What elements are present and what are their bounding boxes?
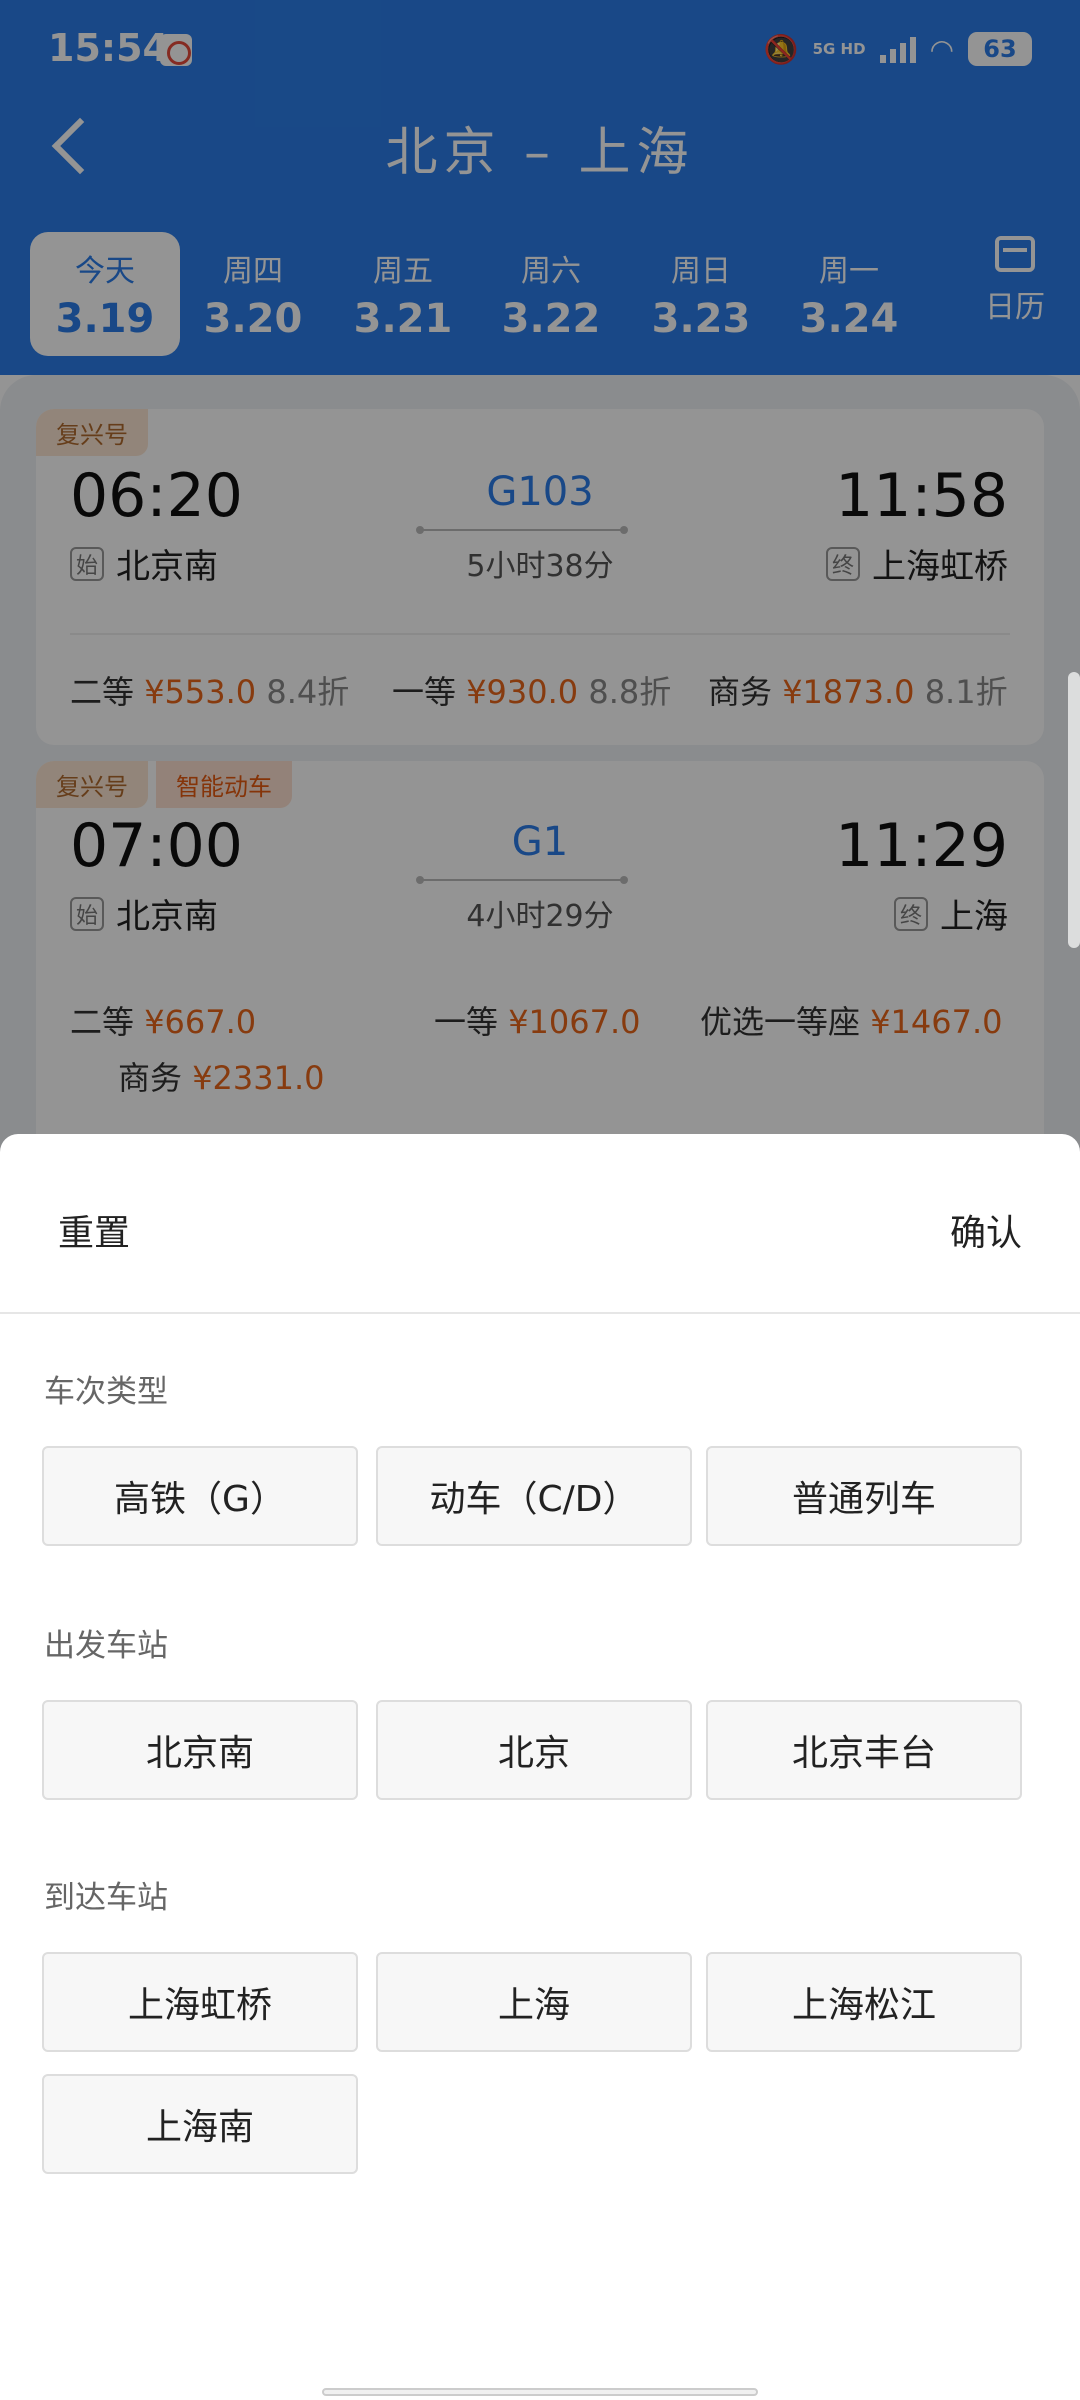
section-title-departure-station: 出发车站 [44,1628,168,1664]
reset-button[interactable]: 重置 [58,1204,130,1256]
sheet-divider [0,1312,1080,1314]
confirm-button[interactable]: 确认 [950,1204,1022,1256]
option-high-speed[interactable]: 高铁（G） [42,1446,358,1546]
filter-sheet: 重置 确认 车次类型 高铁（G） 动车（C/D） 普通列车 出发车站 北京南 北… [0,1134,1080,2400]
section-title-arrival-station: 到达车站 [44,1880,168,1916]
option-shanghai[interactable]: 上海 [376,1952,692,2052]
section-title-train-type: 车次类型 [44,1374,168,1410]
option-beijing[interactable]: 北京 [376,1700,692,1800]
option-emu[interactable]: 动车（C/D） [376,1446,692,1546]
option-regular-train[interactable]: 普通列车 [706,1446,1022,1546]
option-shanghai-south[interactable]: 上海南 [42,2074,358,2174]
option-shanghai-songjiang[interactable]: 上海松江 [706,1952,1022,2052]
option-shanghai-hongqiao[interactable]: 上海虹桥 [42,1952,358,2052]
option-beijing-south[interactable]: 北京南 [42,1700,358,1800]
list-scrollbar[interactable] [1068,672,1080,948]
home-indicator[interactable] [322,2388,758,2396]
option-beijing-fengtai[interactable]: 北京丰台 [706,1700,1022,1800]
